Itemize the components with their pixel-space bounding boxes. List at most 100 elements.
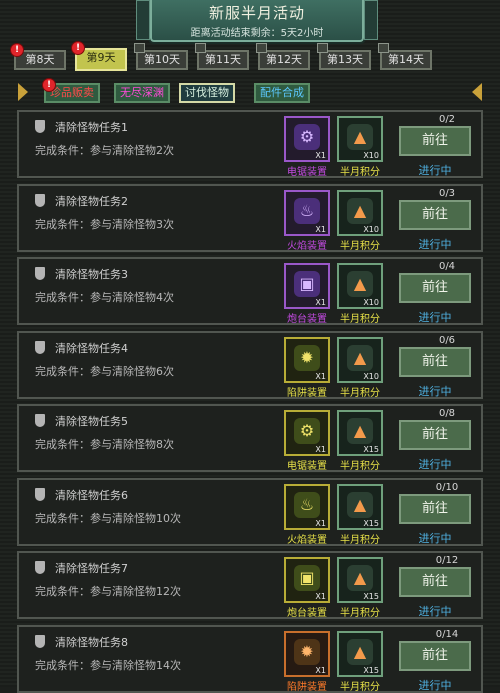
reward-points-slot[interactable]: ▲ X10 — [337, 189, 383, 236]
task-status: 进行中 — [418, 384, 452, 398]
go-button[interactable]: 前往 — [399, 640, 471, 671]
reward-points-label: 半月积分 — [340, 534, 380, 546]
task-condition: 完成条件：参与清除怪物4次 — [35, 291, 174, 304]
task-condition: 完成条件：参与清除怪物14次 — [35, 658, 181, 672]
reward-points-label: 半月积分 — [340, 387, 380, 399]
reward-item-label: 炮台装置 — [287, 314, 327, 325]
day-tab-13[interactable]: 第13天 — [317, 43, 371, 70]
alert-badge-icon: ! — [42, 78, 56, 92]
task-card: 清除怪物任务5 完成条件：参与清除怪物8次 ⚙ X1 电锯装置 ▲ X15 半月积分 0/8 前往… — [17, 404, 483, 472]
task-title: 清除怪物任务6 — [55, 488, 128, 502]
go-button[interactable]: 前往 — [399, 273, 471, 303]
reward-item-label: 火焰装置 — [287, 534, 327, 546]
reward-count: X1 — [315, 445, 326, 454]
reward-item-label: 炮台装置 — [287, 608, 327, 619]
reward-count: X1 — [315, 224, 326, 234]
go-button[interactable]: 前往 — [399, 199, 471, 230]
reward-count: X1 — [315, 151, 326, 160]
reward-count: X15 — [363, 518, 379, 528]
day-tab-label: 第10天 — [144, 53, 180, 66]
winged-emblem-icon: ▲ — [347, 418, 373, 444]
day-tab-9[interactable]: 第9天! — [71, 41, 127, 71]
event-title: 新服半月活动 — [208, 4, 305, 22]
lock-icon — [134, 43, 145, 53]
day-tab-bar: 第8天! 第9天! 第10天 第11天 第12天 第13天 第14天 — [10, 41, 494, 72]
reward-count: X1 — [315, 298, 326, 307]
day-tab-label: 第12天 — [266, 53, 302, 66]
reward-item-slot[interactable]: ✹ X1 — [284, 336, 330, 383]
reward-points-slot[interactable]: ▲ X15 — [337, 410, 383, 456]
task-title: 清除怪物任务1 — [55, 121, 128, 134]
reward-points-slot[interactable]: ▲ X15 — [337, 630, 383, 677]
task-status: 进行中 — [418, 164, 452, 177]
reward-count: X15 — [363, 445, 379, 454]
category-tab-bar: 珍品贩卖! 无尽深渊 讨伐怪物 配件合成 — [16, 78, 486, 106]
task-progress: 0/2 — [438, 114, 456, 125]
day-tab-14[interactable]: 第14天 — [378, 43, 432, 70]
reward-points-slot[interactable]: ▲ X10 — [337, 336, 383, 383]
reward-item-slot[interactable]: ♨ X1 — [284, 483, 330, 530]
reward-item-slot[interactable]: ▣ X1 — [284, 557, 330, 603]
device-icon: ✹ — [294, 638, 320, 665]
device-icon: ✹ — [294, 344, 320, 371]
reward-item-label: 陷阱装置 — [287, 387, 327, 399]
category-tab-label: 配件合成 — [260, 86, 304, 99]
reward-points-label: 半月积分 — [340, 167, 380, 178]
day-tab-8[interactable]: 第8天! — [10, 43, 66, 70]
category-tab-label: 珍品贩卖 — [50, 86, 94, 99]
task-title: 清除怪物任务3 — [55, 268, 128, 281]
task-progress: 0/3 — [438, 187, 456, 199]
device-icon: ▣ — [294, 565, 320, 591]
reward-points-slot[interactable]: ▲ X15 — [337, 557, 383, 603]
reward-item-label: 陷阱装置 — [287, 681, 327, 693]
reward-count: X1 — [315, 592, 326, 601]
go-button[interactable]: 前往 — [399, 567, 471, 597]
reward-item-slot[interactable]: ⚙ X1 — [284, 116, 330, 162]
category-tab-3[interactable]: 讨伐怪物 — [179, 83, 235, 103]
task-condition: 完成条件：参与清除怪物2次 — [35, 144, 174, 157]
day-tab-10[interactable]: 第10天 — [134, 43, 188, 70]
reward-item-slot[interactable]: ♨ X1 — [284, 189, 330, 236]
day-tab-label: 第11天 — [205, 53, 241, 66]
reward-item-label: 电锯装置 — [287, 167, 327, 178]
task-progress: 0/14 — [435, 628, 459, 640]
scroll-left-arrow-icon[interactable] — [18, 83, 28, 101]
task-status: 进行中 — [418, 678, 452, 692]
reward-item-label: 电锯装置 — [287, 461, 327, 472]
category-tab-2[interactable]: 无尽深渊 — [114, 83, 170, 103]
go-button[interactable]: 前往 — [399, 493, 471, 524]
day-tab-11[interactable]: 第11天 — [195, 43, 249, 70]
reward-item-slot[interactable]: ⚙ X1 — [284, 410, 330, 456]
lock-icon — [256, 43, 267, 53]
reward-points-slot[interactable]: ▲ X10 — [337, 116, 383, 162]
reward-count: X15 — [363, 592, 379, 601]
task-card: 清除怪物任务4 完成条件：参与清除怪物6次 ✹ X1 陷阱装置 ▲ X10 半月积分 0/6 前往… — [17, 330, 483, 399]
scroll-right-arrow-icon[interactable] — [472, 83, 482, 101]
device-icon: ♨ — [294, 491, 320, 518]
go-button[interactable]: 前往 — [399, 346, 471, 377]
category-tab-1[interactable]: 珍品贩卖! — [42, 78, 100, 103]
reward-points-label: 半月积分 — [340, 681, 380, 693]
task-progress: 0/12 — [435, 555, 459, 566]
task-title: 清除怪物任务4 — [55, 341, 128, 355]
day-tab-label: 第8天 — [25, 53, 55, 66]
reward-points-slot[interactable]: ▲ X15 — [337, 483, 383, 530]
go-button[interactable]: 前往 — [399, 420, 471, 450]
task-progress: 0/4 — [438, 261, 456, 272]
reward-item-slot[interactable]: ▣ X1 — [284, 263, 330, 309]
event-countdown: 距离活动结束剩余：5天2小时 — [190, 28, 324, 39]
lock-icon — [378, 43, 389, 53]
reward-points-slot[interactable]: ▲ X10 — [337, 263, 383, 309]
task-title: 清除怪物任务7 — [55, 562, 128, 575]
go-button[interactable]: 前往 — [399, 126, 471, 156]
day-tab-12[interactable]: 第12天 — [256, 43, 310, 70]
shield-icon — [35, 340, 45, 354]
event-header-banner: 新服半月活动 距离活动结束剩余：5天2小时 — [136, 0, 378, 42]
reward-count: X10 — [363, 151, 379, 160]
reward-points-label: 半月积分 — [340, 314, 380, 325]
reward-count: X1 — [315, 371, 326, 381]
shield-icon — [35, 414, 45, 427]
task-condition: 完成条件：参与清除怪物10次 — [35, 511, 181, 525]
reward-item-slot[interactable]: ✹ X1 — [284, 630, 330, 677]
category-tab-4[interactable]: 配件合成 — [254, 83, 310, 103]
